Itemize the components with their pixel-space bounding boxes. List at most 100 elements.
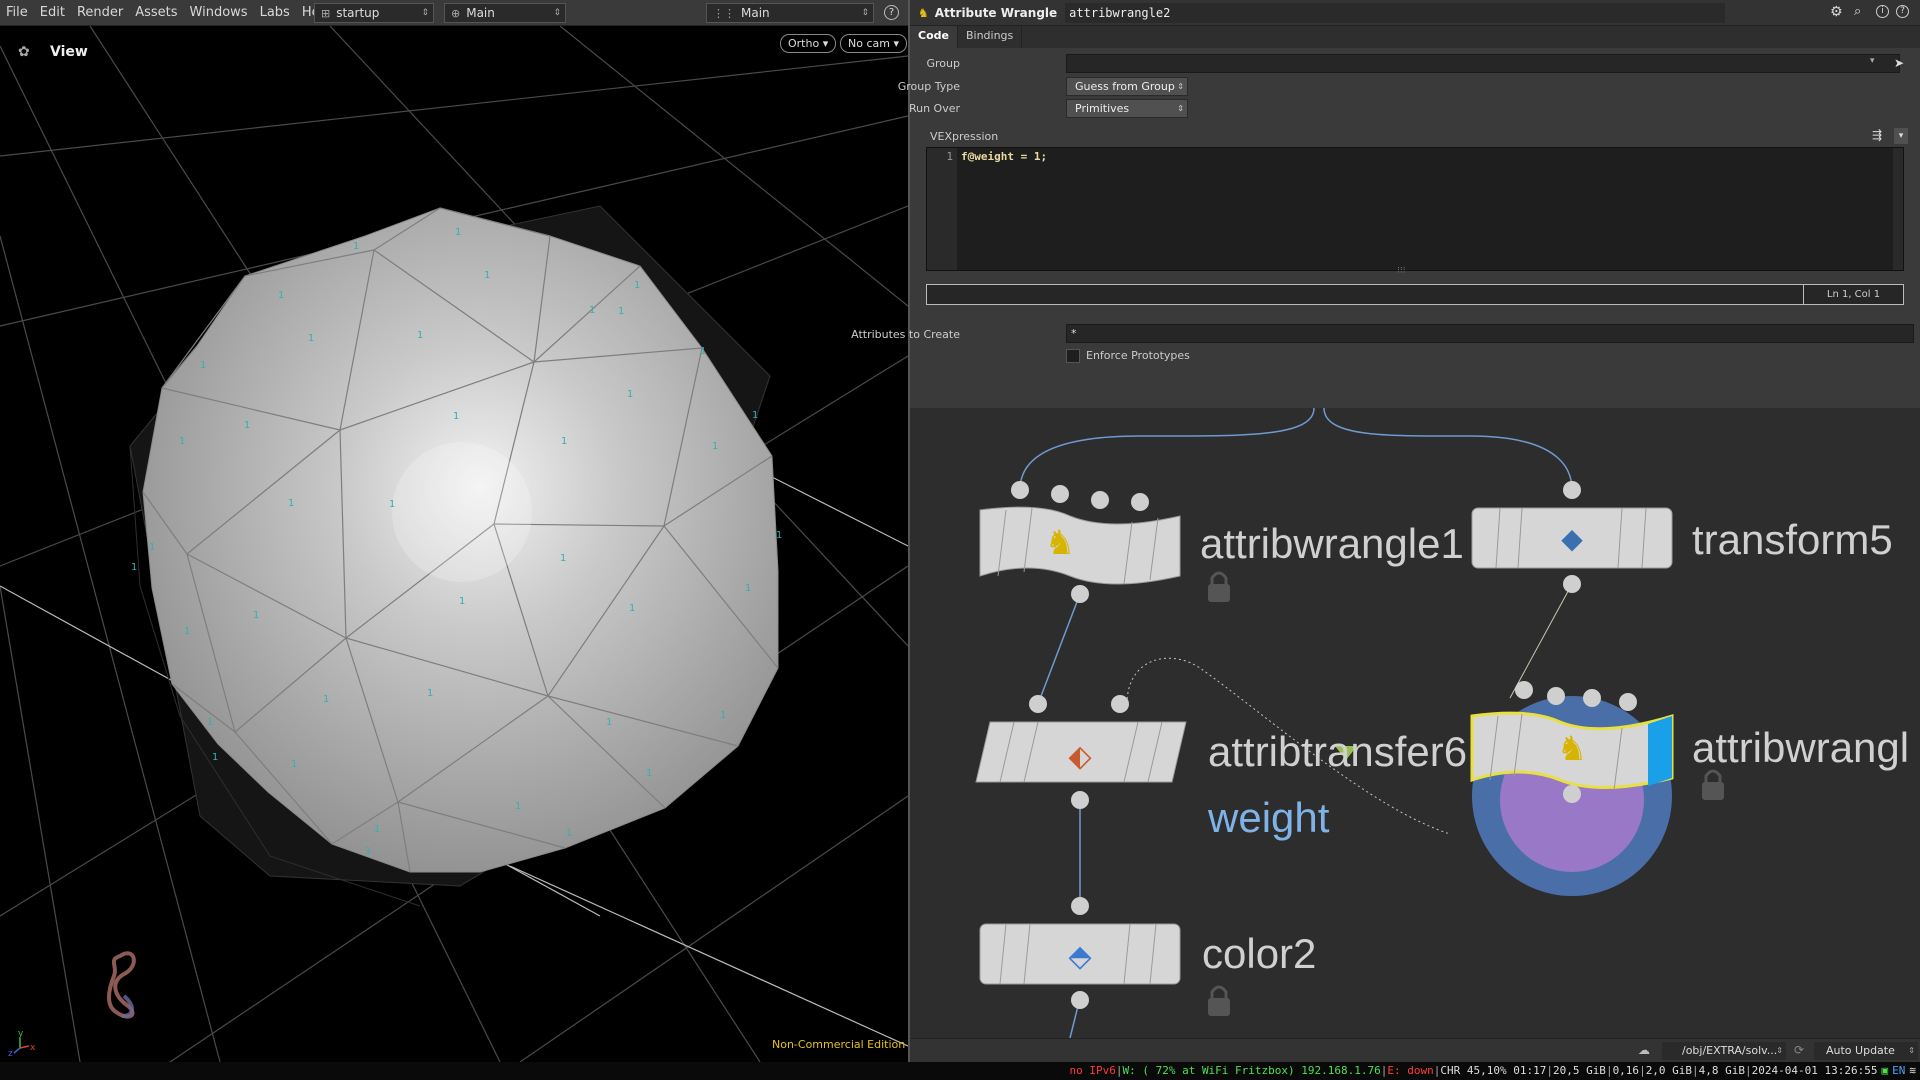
point-number: 1	[560, 553, 566, 564]
node-label-color2[interactable]: color2	[1202, 930, 1316, 978]
axis-x-label: x	[30, 1043, 36, 1053]
node-color2[interactable]: ⬘	[979, 897, 1181, 1009]
attribtransfer-icon: ⬖	[1068, 739, 1091, 774]
editor-scrollbar[interactable]	[1893, 148, 1903, 270]
status-mem-used: 2,0 GiB	[1645, 1064, 1693, 1077]
network-canvas[interactable]: ♞ ◆ ⬖ ♞ ⬘	[910, 408, 1920, 1038]
point-number: 1	[131, 562, 137, 573]
group-type-label: Group Type	[897, 80, 960, 93]
point-number: 1	[427, 688, 433, 699]
network-editor[interactable]: ♞ ◆ ⬖ ♞ ⬘ attribwrangle1 transform5 attr…	[910, 408, 1920, 1038]
node-attribwrangle-selected[interactable]: ♞	[1470, 681, 1674, 896]
node-transform5[interactable]: ◆	[1471, 481, 1673, 593]
point-number: 1	[212, 752, 218, 763]
lock-icon[interactable]	[1208, 985, 1230, 1016]
help-icon[interactable]: ?	[884, 5, 899, 20]
resize-handle-icon[interactable]: ⁝⁝⁝	[1397, 266, 1406, 276]
parameter-header: ♞ Attribute Wrangle attribwrangle2 ⚙ ⌕ i…	[910, 0, 1920, 26]
point-number: 1	[323, 694, 329, 705]
camera-button[interactable]: No cam ▾	[840, 34, 907, 53]
tab-code[interactable]: Code	[910, 26, 958, 48]
chevron-down-icon: ▾	[893, 37, 899, 50]
node-comment: weight	[1208, 794, 1330, 841]
pane-tab-selector[interactable]: ⋮⋮ Main ⇕	[706, 3, 874, 23]
point-number: 1	[453, 411, 459, 422]
node-label-attribwrangle1[interactable]: attribwrangle1	[1200, 520, 1464, 568]
code-text[interactable]: f@weight = 1;	[961, 150, 1047, 163]
node-label-transform5[interactable]: transform5	[1692, 516, 1893, 564]
chevron-down-icon: ▾	[822, 37, 829, 50]
menu-edit[interactable]: Edit	[34, 5, 71, 20]
point-number: 1	[200, 360, 206, 371]
help-icon[interactable]: ?	[1896, 5, 1909, 18]
point-number: 1	[745, 583, 751, 594]
point-number: 1	[278, 290, 284, 301]
select-arrow-icon[interactable]: ➤	[1894, 56, 1904, 70]
status-load: 0,16	[1612, 1064, 1640, 1077]
lock-icon[interactable]	[1702, 769, 1724, 800]
group-type-dropdown[interactable]: Guess from Group ⇕	[1066, 77, 1188, 96]
wrangle-cowboy-icon: ♞	[1557, 729, 1587, 769]
point-number: 1	[253, 610, 259, 621]
status-separator: |	[1433, 1064, 1441, 1077]
node-attribwrangle1[interactable]: ♞	[979, 481, 1181, 603]
gear-icon[interactable]: ⚙	[1830, 4, 1843, 20]
pane-selector[interactable]: ⊕ Main ⇕	[444, 3, 566, 23]
menu-windows[interactable]: Windows	[184, 5, 254, 20]
tray-icon[interactable]: ▣	[1882, 1064, 1889, 1077]
status-disk: 20,5 GiB	[1552, 1064, 1606, 1077]
ortho-button[interactable]: Ortho ▾	[780, 34, 837, 53]
pane-tab-name: Main	[741, 6, 770, 20]
parameter-tabs: Code Bindings	[910, 26, 1920, 48]
refresh-icon[interactable]: ⟳	[1794, 1043, 1804, 1057]
group-field[interactable]	[1066, 54, 1900, 73]
point-number: 1	[244, 420, 250, 431]
status-language[interactable]: EN	[1892, 1064, 1905, 1077]
desktop-icon: ⊞	[321, 6, 331, 20]
viewport-canvas[interactable]: 1111111 1111111111 11 111111111111111111111…	[0, 26, 908, 1062]
lock-icon[interactable]	[1208, 571, 1230, 602]
stepper-icon: ⇕	[1177, 104, 1184, 113]
scene-viewport[interactable]: 1111111111111111111111111111111111111111…	[0, 26, 908, 1062]
run-over-dropdown[interactable]: Primitives ⇕	[1066, 99, 1188, 118]
info-icon[interactable]: i	[1876, 5, 1889, 18]
menu-render[interactable]: Render	[71, 5, 129, 20]
stepper-icon: ⇕	[1776, 1046, 1783, 1055]
search-icon[interactable]: ⌕	[1854, 4, 1861, 19]
attributes-to-create-field[interactable]: *	[1066, 324, 1914, 343]
axis-gizmo: y x z	[8, 1029, 36, 1059]
node-label-attribwrangle2[interactable]: attribwrangl	[1692, 724, 1909, 772]
desktop-name: startup	[336, 6, 380, 20]
point-number: 1	[417, 330, 423, 341]
tab-bindings[interactable]: Bindings	[958, 26, 1023, 48]
status-separator: |	[1605, 1064, 1613, 1077]
point-number: 1	[374, 824, 380, 835]
chevron-down-icon[interactable]: ▾	[1870, 56, 1875, 66]
cursor-position: Ln 1, Col 1	[1803, 285, 1903, 304]
network-path-field[interactable]: /obj/EXTRA/solv... ⇕	[1662, 1042, 1786, 1060]
node-name-field[interactable]: attribwrangle2	[1065, 2, 1726, 23]
desktop-selector[interactable]: ⊞ startup ⇕	[314, 3, 434, 23]
node-attribtransfer6[interactable]: ⬖	[975, 695, 1187, 809]
status-ipv6: no IPv6	[1069, 1064, 1116, 1077]
enforce-prototypes-checkbox[interactable]	[1066, 349, 1080, 363]
menu-file[interactable]: File	[0, 5, 34, 20]
add-snippet-icon[interactable]: ⇶	[1872, 128, 1882, 142]
view-handle-icon[interactable]	[107, 951, 136, 1019]
point-number: 1	[606, 717, 612, 728]
vex-code-editor[interactable]: 1 f@weight = 1; ⁝⁝⁝	[926, 147, 1904, 276]
status-separator: |	[1115, 1064, 1123, 1077]
wifi-icon[interactable]: ≋	[1909, 1064, 1916, 1077]
point-number: 1	[353, 241, 359, 252]
stepper-icon: ⇕	[421, 8, 429, 18]
chevron-down-icon[interactable]: ▾	[1894, 128, 1908, 144]
update-mode-dropdown[interactable]: Auto Update ⇕	[1814, 1042, 1918, 1060]
point-number: 1	[589, 305, 595, 316]
network-icon: ☁	[1638, 1043, 1650, 1057]
menu-assets[interactable]: Assets	[129, 5, 183, 20]
viewer-icon: ✿	[18, 44, 30, 60]
transform-cube-icon: ◆	[1561, 522, 1583, 555]
paint-tube-icon: ⬘	[1068, 939, 1091, 974]
menu-labs[interactable]: Labs	[254, 5, 296, 20]
node-label-attribtransfer6[interactable]: attribtransfer6	[1208, 728, 1467, 776]
